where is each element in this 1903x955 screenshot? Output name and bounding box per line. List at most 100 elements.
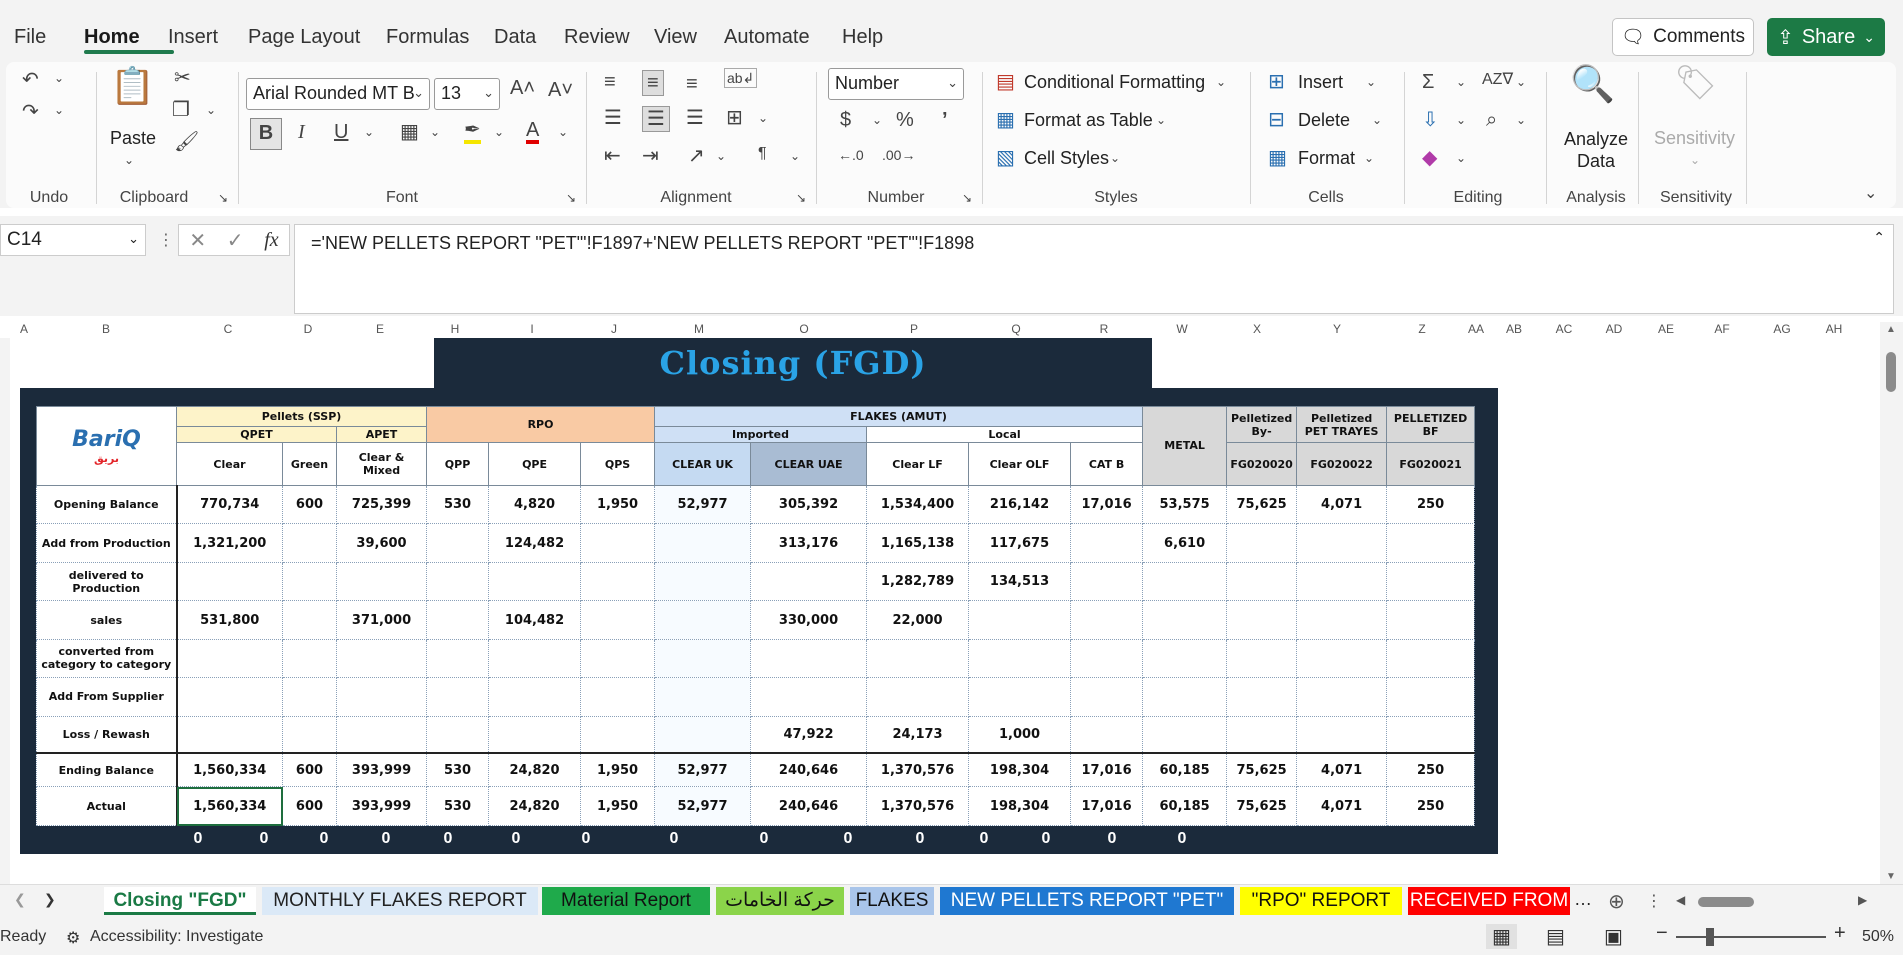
table-cell[interactable] [426,638,490,679]
column-header[interactable]: O [794,322,814,336]
chevron-down-icon[interactable]: ⌄ [790,150,800,162]
difference-value[interactable]: 0 [754,830,774,848]
cell-styles-button[interactable]: Cell Styles [1024,148,1109,169]
dialog-launcher-icon[interactable]: ↘ [218,192,228,204]
table-cell[interactable]: 600 [282,484,337,525]
difference-value[interactable]: 0 [1036,830,1056,848]
table-cell[interactable]: 1,950 [580,786,656,826]
table-cell[interactable]: 4,820 [488,484,582,525]
name-box[interactable]: C14 ⌄ [0,224,146,256]
tab-file[interactable]: File [14,26,46,49]
table-cell[interactable] [1142,715,1228,754]
difference-value[interactable]: 0 [314,830,334,848]
chevron-down-icon[interactable]: ⌄ [1372,114,1382,126]
column-header[interactable]: A [14,322,34,336]
undo-icon[interactable]: ↶ [22,70,39,90]
font-size-select[interactable]: 13 ⌄ [434,78,500,110]
table-cell[interactable] [1142,600,1228,640]
chevron-down-icon[interactable]: ⌄ [54,72,64,84]
align-right-icon[interactable]: ☰ [686,108,704,128]
table-cell[interactable]: 305,392 [750,484,868,525]
formula-input[interactable]: ='NEW PELLETS REPORT "PET"'!F1897+'NEW P… [294,224,1894,314]
format-as-table-icon[interactable]: ▦ [996,110,1015,130]
share-button[interactable]: ⇪ Share ⌄ [1767,18,1885,56]
difference-value[interactable]: 0 [188,830,208,848]
table-cell[interactable] [580,523,656,563]
chevron-down-icon[interactable]: ⌄ [494,126,504,138]
chevron-down-icon[interactable]: ⌄ [1110,152,1120,164]
paste-label[interactable]: Paste [110,128,156,149]
delete-cells-icon[interactable]: ⊟ [1268,110,1285,130]
column-header[interactable]: AF [1712,322,1732,336]
orientation-icon[interactable]: ↗ [688,146,705,166]
table-cell[interactable]: 75,625 [1226,751,1298,788]
normal-view-icon[interactable]: ▦ [1486,924,1517,949]
table-cell[interactable]: 1,282,789 [866,561,970,602]
column-header[interactable]: Z [1412,322,1432,336]
clear-icon[interactable]: ◆ [1422,148,1437,168]
table-cell[interactable] [654,561,752,602]
table-cell[interactable]: 75,625 [1226,786,1298,826]
table-cell[interactable]: 53,575 [1142,484,1228,525]
column-header[interactable]: AH [1824,322,1844,336]
table-cell[interactable] [1386,523,1476,563]
table-cell[interactable] [488,561,582,602]
zoom-slider[interactable] [1676,936,1826,938]
format-painter-icon[interactable]: 🖌 [174,132,199,152]
cut-icon[interactable]: ✂ [174,68,191,88]
sort-filter-icon[interactable]: AZ∇ [1482,72,1513,88]
table-cell[interactable]: 1,000 [968,715,1072,754]
column-header[interactable]: Q [1006,322,1026,336]
table-cell[interactable]: 770,734 [176,484,283,525]
table-cell[interactable]: 1,534,400 [866,484,970,525]
row-label[interactable]: Loss / Rewash [36,715,178,754]
cancel-icon[interactable]: ✕ [189,228,206,253]
table-cell[interactable] [426,600,490,640]
table-cell[interactable] [1386,677,1476,717]
table-cell[interactable] [968,677,1072,717]
sheet-tab-raw-materials[interactable]: حركة الخامات [716,887,844,915]
decrease-indent-icon[interactable]: ⇤ [604,146,621,166]
comments-button[interactable]: 🗨 Comments [1612,18,1754,56]
column-header[interactable]: B [96,322,116,336]
table-cell[interactable] [1296,561,1388,602]
table-cell[interactable] [654,638,752,679]
table-cell[interactable] [866,677,970,717]
table-cell[interactable] [750,561,868,602]
table-cell[interactable]: 313,176 [750,523,868,563]
insert-function-icon[interactable]: fx [264,229,278,252]
wrap-text-icon[interactable]: ab↲ [724,68,758,88]
table-cell[interactable]: 124,482 [488,523,582,563]
table-cell[interactable] [488,715,582,754]
row-label[interactable]: Opening Balance [36,484,178,525]
enter-icon[interactable]: ✓ [227,228,244,253]
sheet-tab-received-from[interactable]: RECEIVED FROM [1408,887,1570,915]
italic-button[interactable]: I [298,122,305,142]
table-cell[interactable]: 240,646 [750,786,868,826]
analyze-data-button[interactable]: Analyze Data [1562,128,1630,172]
scroll-down-icon[interactable]: ▼ [1886,871,1896,882]
tab-view[interactable]: View [654,26,697,49]
table-cell[interactable]: 250 [1386,751,1476,788]
chevron-down-icon[interactable]: ⌄ [430,126,440,138]
fill-icon[interactable]: ⇩ [1422,110,1439,130]
table-cell[interactable] [750,677,868,717]
column-header[interactable]: AA [1466,322,1486,336]
table-cell[interactable] [968,600,1072,640]
next-sheet-icon[interactable]: ❯ [44,891,56,908]
column-header[interactable]: AD [1604,322,1624,336]
table-cell[interactable]: 4,071 [1296,751,1388,788]
table-cell[interactable]: 4,071 [1296,786,1388,826]
table-cell[interactable] [426,715,490,754]
table-cell[interactable] [1070,523,1144,563]
text-direction-icon[interactable]: ¶ [758,146,767,162]
table-cell[interactable]: 1,560,334 [176,786,283,826]
difference-value[interactable]: 0 [838,830,858,848]
table-cell[interactable]: 1,950 [580,484,656,525]
table-cell[interactable]: 52,977 [654,751,752,788]
column-header[interactable]: AB [1504,322,1524,336]
table-cell[interactable]: 530 [426,751,490,788]
column-header[interactable]: Y [1327,322,1347,336]
more-options-icon[interactable]: ⋮ [158,230,174,250]
chevron-down-icon[interactable]: ⌄ [716,150,726,162]
